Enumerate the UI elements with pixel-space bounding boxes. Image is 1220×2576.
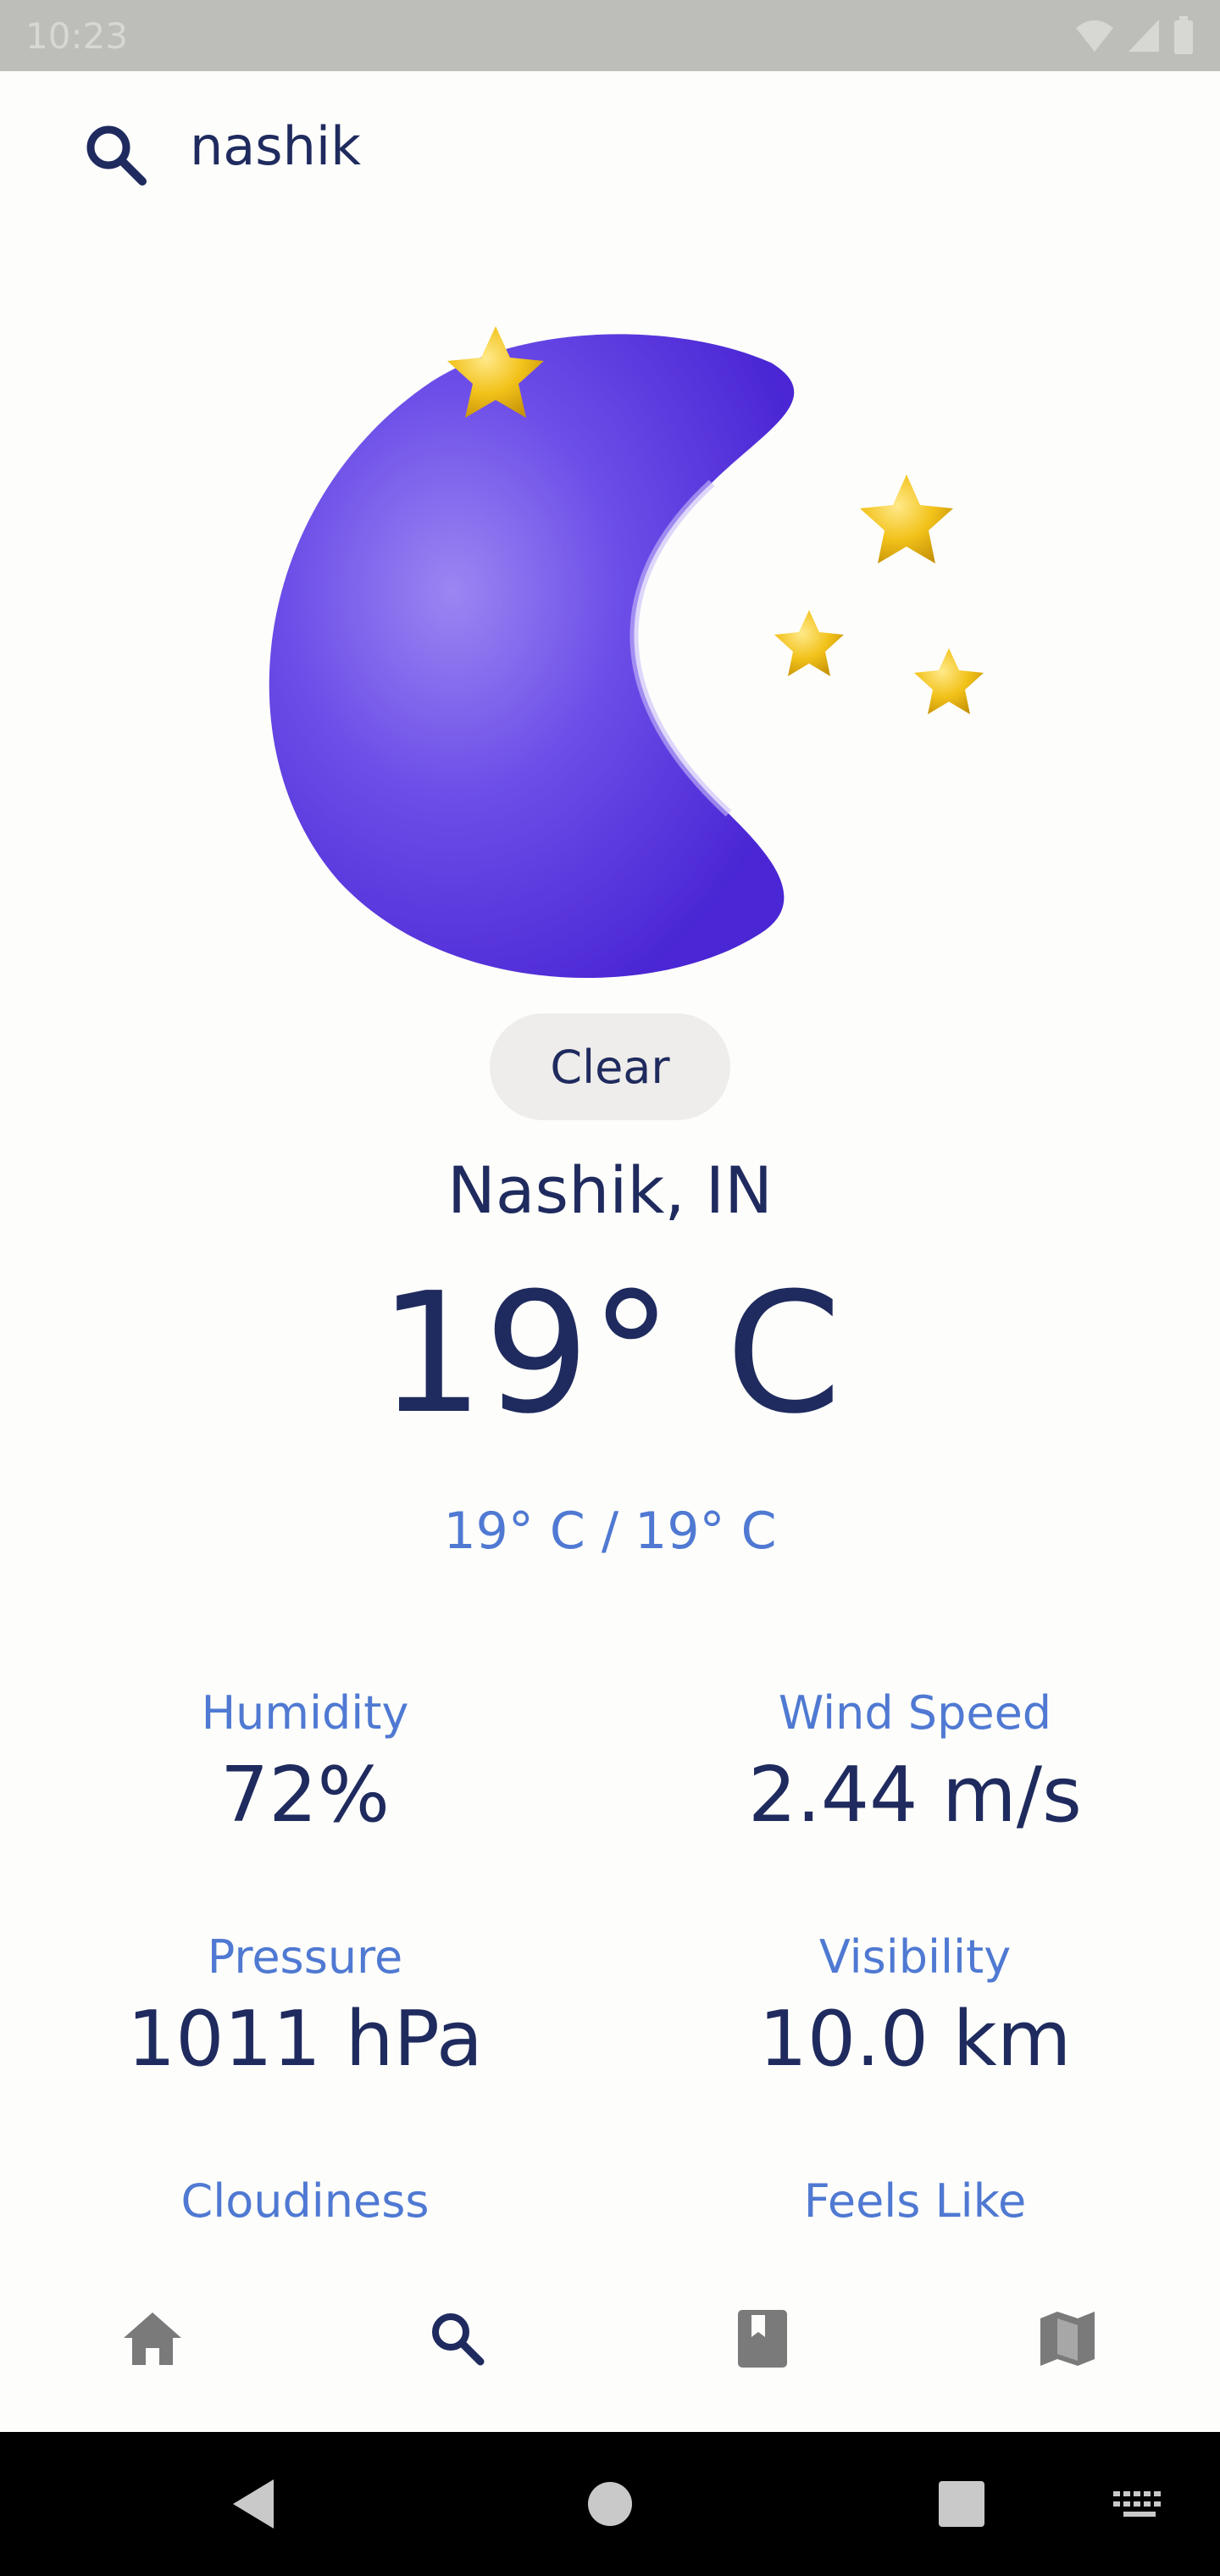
current-temperature: 19° C <box>378 1257 842 1451</box>
humidity-label: Humidity <box>201 1686 409 1740</box>
min-max-temperature: 19° C / 19° C <box>443 1502 777 1561</box>
feels-like-label: Feels Like <box>803 2174 1027 2228</box>
cloudiness-label: Cloudiness <box>180 2174 430 2228</box>
book-icon[interactable] <box>736 2308 789 2369</box>
wind-speed-value: 2.44 m/s <box>748 1751 1082 1840</box>
status-time: 10:23 <box>25 14 129 57</box>
nav-home[interactable] <box>110 2296 195 2381</box>
humidity-value: 72% <box>219 1751 391 1840</box>
star-icon <box>914 648 984 714</box>
battery-icon <box>1174 16 1193 54</box>
crescent-moon-icon <box>269 326 984 979</box>
home-icon[interactable] <box>122 2311 183 2367</box>
wind-speed-label: Wind Speed <box>778 1686 1052 1740</box>
map-icon[interactable] <box>1039 2310 1096 2368</box>
search-icon[interactable] <box>428 2309 487 2368</box>
search-input[interactable]: nashik <box>190 115 361 177</box>
back-icon[interactable] <box>225 2474 284 2534</box>
star-icon <box>860 475 953 564</box>
visibility-label: Visibility <box>818 1930 1012 1984</box>
location-title: Nashik, IN <box>447 1152 773 1228</box>
nav-map[interactable] <box>1025 2296 1110 2381</box>
status-icons <box>1074 16 1195 55</box>
visibility-value: 10.0 km <box>758 1995 1072 2084</box>
keyboard-icon[interactable] <box>1110 2474 1169 2534</box>
pressure-label: Pressure <box>207 1930 403 1984</box>
home-button-icon[interactable] <box>580 2474 640 2534</box>
nav-search[interactable] <box>415 2296 500 2381</box>
search-icon[interactable] <box>81 120 152 192</box>
bottom-navigation <box>0 2254 1220 2432</box>
condition-chip[interactable]: Clear <box>490 1013 730 1120</box>
system-navigation-bar <box>0 2432 1220 2576</box>
pressure-value: 1011 hPa <box>126 1995 484 2084</box>
star-icon <box>774 610 844 676</box>
wifi-icon <box>1076 20 1113 52</box>
recents-icon[interactable] <box>932 2474 991 2534</box>
status-bar: 10:23 <box>0 0 1220 71</box>
search-bar[interactable]: nashik <box>0 71 1220 232</box>
nav-bookmarks[interactable] <box>720 2296 805 2381</box>
signal-icon <box>1128 19 1159 52</box>
